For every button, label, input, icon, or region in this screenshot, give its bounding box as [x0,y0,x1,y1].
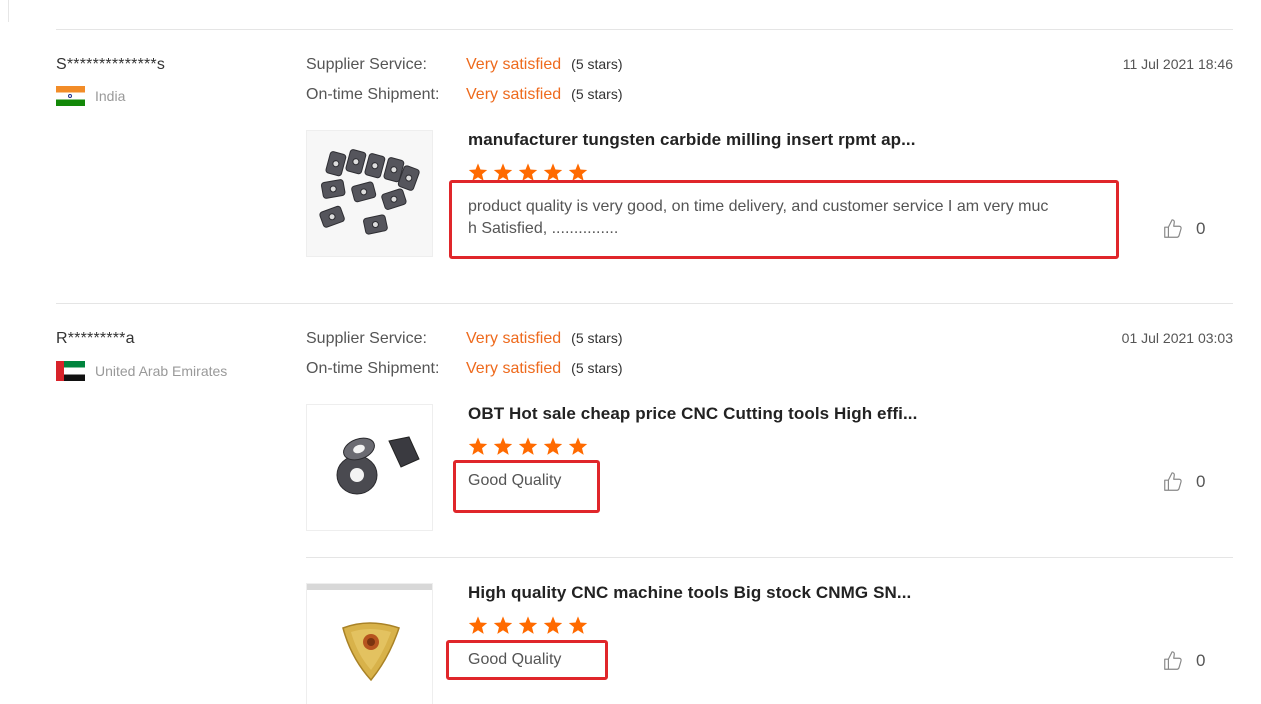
product-thumbnail[interactable] [306,130,433,257]
country-name: India [95,88,126,104]
supplier-service-rating: Supplier Service: Very satisfied (5 star… [306,56,623,73]
like-button[interactable]: 0 [1162,650,1205,672]
star-rating [467,436,589,457]
reviewer-country: United Arab Emirates [56,361,227,381]
india-flag-icon [56,86,85,106]
review-divider [56,303,1233,304]
star-icon [568,437,588,455]
highlight-box [446,640,608,680]
milling-inserts-image [307,131,432,256]
reviewer-country: India [56,86,125,106]
ontime-shipment-rating: On-time Shipment: Very satisfied (5 star… [306,360,623,377]
star-icon [568,616,588,634]
thumbs-up-icon [1164,219,1182,238]
highlight-box [449,180,1119,259]
uae-flag-icon [56,361,85,381]
like-button[interactable]: 0 [1162,218,1205,240]
reviewer-name: R*********a [56,330,135,347]
supplier-service-rating: Supplier Service: Very satisfied (5 star… [306,330,623,347]
thumbs-up-icon [1164,472,1182,491]
product-title[interactable]: OBT Hot sale cheap price CNC Cutting too… [468,404,917,424]
round-inserts-image [307,405,432,530]
star-icon [518,437,538,455]
like-count: 0 [1196,651,1206,670]
country-name: United Arab Emirates [95,363,228,379]
highlight-box [453,460,600,513]
product-thumbnail[interactable] [306,583,433,704]
star-icon [468,616,488,634]
review-date: 11 Jul 2021 18:46 [1122,56,1233,72]
product-title[interactable]: High quality CNC machine tools Big stock… [468,583,911,603]
triangle-insert-image [307,584,432,704]
product-title[interactable]: manufacturer tungsten carbide milling in… [468,130,916,150]
star-icon [543,616,563,634]
star-icon [493,437,513,455]
star-icon [543,437,563,455]
star-rating [467,615,589,636]
like-count: 0 [1196,219,1206,238]
ontime-shipment-rating: On-time Shipment: Very satisfied (5 star… [306,86,623,103]
star-icon [518,616,538,634]
star-icon [468,437,488,455]
product-thumbnail[interactable] [306,404,433,531]
star-icon [493,616,513,634]
thumbs-up-icon [1164,651,1182,670]
review-date: 01 Jul 2021 03:03 [1121,330,1233,346]
reviewer-name: S**************s [56,56,166,73]
left-edge-divider [8,0,9,22]
top-divider [56,29,1233,30]
item-divider [306,557,1233,558]
like-count: 0 [1196,472,1206,491]
like-button[interactable]: 0 [1162,471,1205,493]
